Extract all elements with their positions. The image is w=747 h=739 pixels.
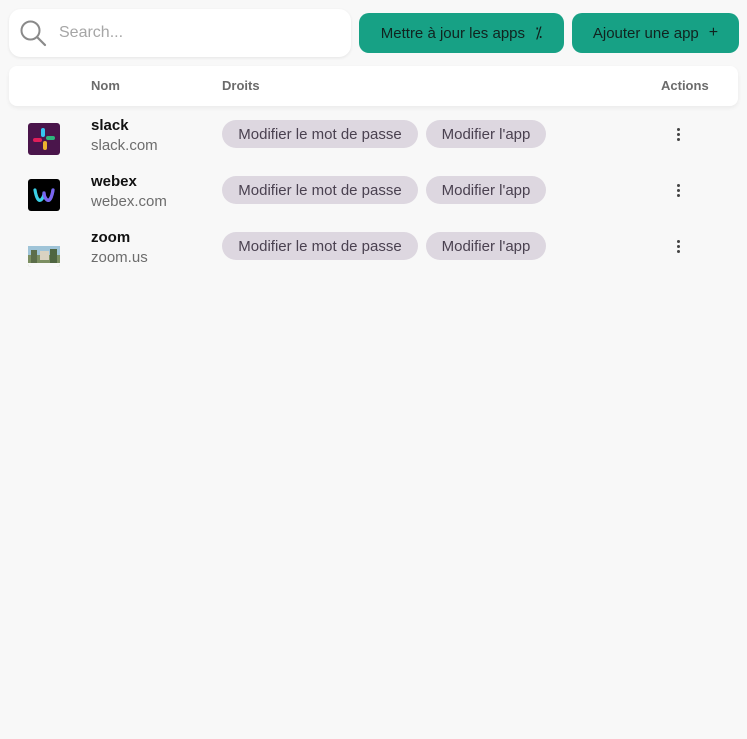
table-row: zoom zoom.us Modifier le mot de passe Mo… bbox=[0, 229, 747, 285]
app-name: slack bbox=[91, 117, 129, 134]
right-chip-edit-password: Modifier le mot de passe bbox=[222, 176, 418, 204]
percent-sync-icon: ⁒ bbox=[535, 25, 543, 42]
table-header: Nom Droits Actions bbox=[9, 66, 738, 106]
search-input[interactable] bbox=[57, 23, 321, 43]
app-domain: slack.com bbox=[91, 137, 158, 154]
app-name: zoom bbox=[91, 229, 131, 246]
search-icon bbox=[20, 20, 47, 47]
column-header-actions: Actions bbox=[661, 78, 709, 93]
app-name: webex bbox=[91, 173, 137, 190]
zoom-logo-icon bbox=[28, 235, 60, 267]
app-domain: webex.com bbox=[91, 193, 167, 210]
table-row: webex webex.com Modifier le mot de passe… bbox=[0, 173, 747, 229]
plus-icon: + bbox=[708, 24, 719, 41]
right-chip-edit-app: Modifier l'app bbox=[426, 176, 546, 204]
right-chip-edit-password: Modifier le mot de passe bbox=[222, 232, 418, 260]
webex-logo-icon bbox=[28, 179, 60, 211]
more-actions-icon[interactable] bbox=[672, 123, 684, 145]
column-header-rights: Droits bbox=[222, 78, 260, 93]
add-app-label: Ajouter une app bbox=[592, 24, 699, 42]
update-apps-label: Mettre à jour les apps bbox=[380, 24, 526, 42]
right-chip-edit-app: Modifier l'app bbox=[426, 232, 546, 260]
slack-logo-icon bbox=[28, 123, 60, 155]
table-row: slack slack.com Modifier le mot de passe… bbox=[0, 117, 747, 173]
column-header-name: Nom bbox=[91, 78, 120, 93]
search-box[interactable] bbox=[9, 9, 351, 57]
right-chip-edit-app: Modifier l'app bbox=[426, 120, 546, 148]
right-chip-edit-password: Modifier le mot de passe bbox=[222, 120, 418, 148]
add-app-button[interactable]: Ajouter une app + bbox=[572, 13, 739, 53]
more-actions-icon[interactable] bbox=[672, 179, 684, 201]
more-actions-icon[interactable] bbox=[672, 235, 684, 257]
update-apps-button[interactable]: Mettre à jour les apps ⁒ bbox=[359, 13, 564, 53]
app-domain: zoom.us bbox=[91, 249, 148, 266]
